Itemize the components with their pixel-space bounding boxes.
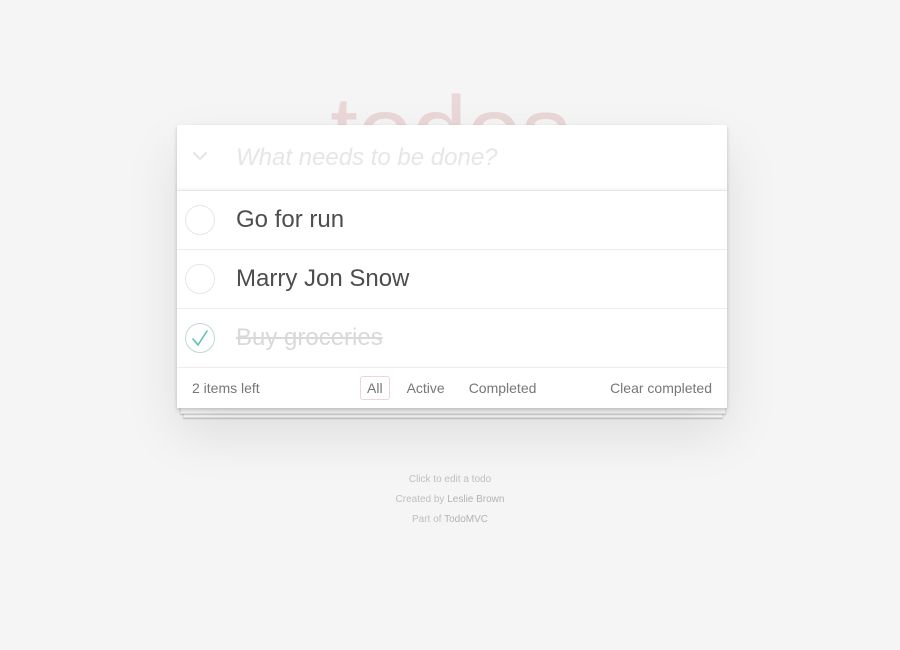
filters: All Active Completed [360, 376, 543, 400]
todo-footer: 2 items left All Active Completed Clear … [177, 368, 727, 408]
todo-toggle[interactable] [185, 264, 215, 294]
info-credit: Created by Leslie Brown [0, 490, 900, 510]
info-hint: Click to edit a todo [408, 474, 492, 485]
todomvc-link[interactable]: TodoMVC [444, 514, 488, 525]
filter-completed[interactable]: Completed [462, 376, 544, 400]
filter-active[interactable]: Active [400, 376, 452, 400]
part-of-prefix: Part of [412, 514, 442, 525]
chevron-down-icon [191, 149, 209, 167]
todo-header [177, 125, 727, 191]
clear-completed-button[interactable]: Clear completed [610, 368, 712, 408]
todo-label[interactable]: Buy groceries [236, 309, 383, 367]
todo-toggle[interactable] [185, 205, 215, 235]
filter-all[interactable]: All [360, 376, 390, 400]
todo-toggle[interactable] [185, 323, 215, 353]
todo-list: Go for run Marry Jon Snow Buy groceries [177, 191, 727, 368]
new-todo-input[interactable] [236, 125, 716, 190]
author-link[interactable]: Leslie Brown [447, 494, 504, 505]
info-part-of: Part of TodoMVC [0, 510, 900, 530]
todo-count: 2 items left [192, 380, 260, 396]
todo-item[interactable]: Buy groceries [177, 309, 727, 368]
created-by-prefix: Created by [395, 494, 445, 505]
todo-label[interactable]: Marry Jon Snow [236, 250, 409, 308]
todo-label[interactable]: Go for run [236, 191, 344, 249]
info-footer: Click to edit a todo Created by Leslie B… [0, 470, 900, 530]
toggle-all-button[interactable] [177, 125, 222, 190]
todo-item[interactable]: Go for run [177, 191, 727, 250]
todo-item[interactable]: Marry Jon Snow [177, 250, 727, 309]
todo-app: Go for run Marry Jon Snow Buy groceries … [177, 125, 727, 408]
